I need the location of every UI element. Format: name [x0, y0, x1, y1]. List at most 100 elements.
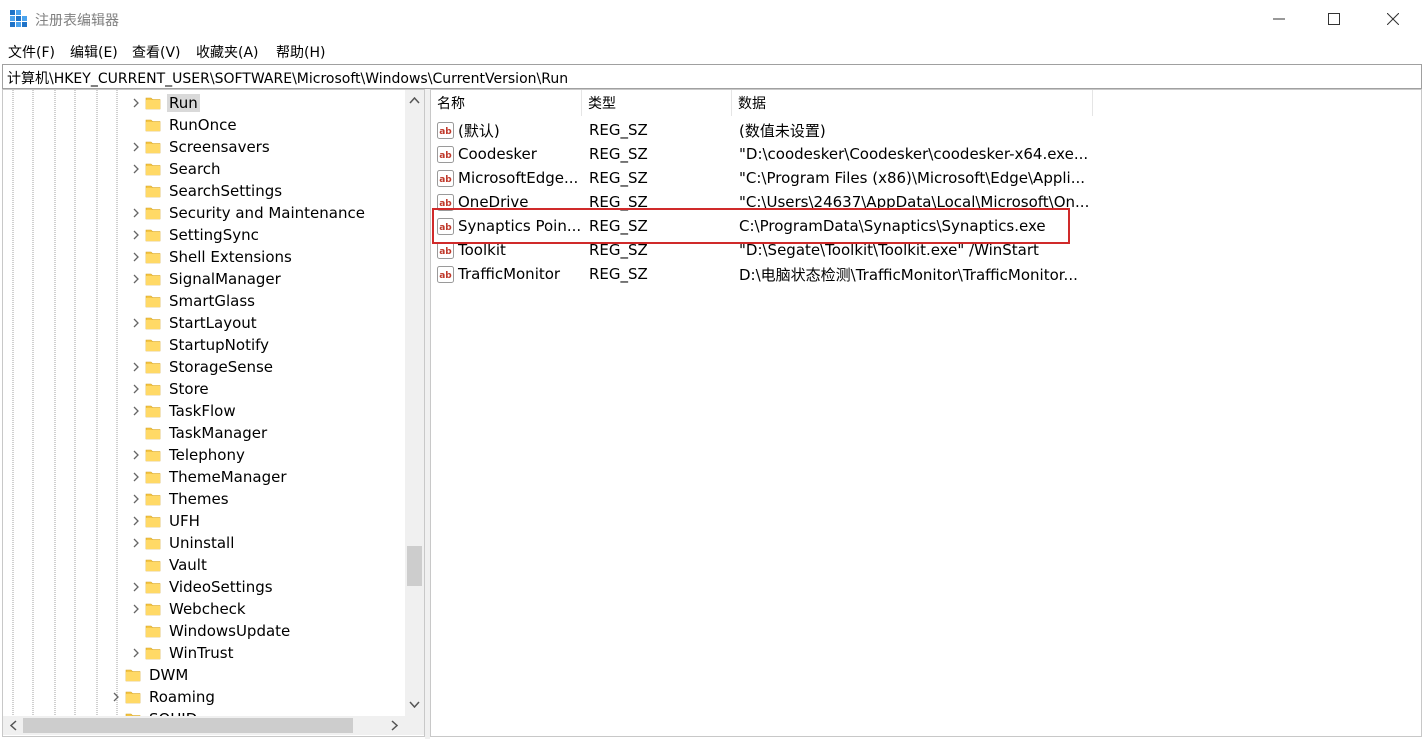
tree-item[interactable]: Run — [131, 92, 200, 114]
chevron-right-icon[interactable] — [131, 406, 141, 416]
chevron-right-icon[interactable] — [111, 692, 121, 702]
chevron-right-icon[interactable] — [131, 384, 141, 394]
folder-icon — [145, 603, 161, 616]
tree-item[interactable]: SignalManager — [131, 268, 283, 290]
value-row[interactable]: ab MicrosoftEdge... REG_SZ "C:\Program File… — [431, 166, 1421, 190]
tree-item[interactable]: Roaming — [111, 686, 217, 708]
value-row[interactable]: ab TrafficMonitor REG_SZ D:\电脑状态检测\TrafficM… — [431, 262, 1421, 286]
chevron-right-icon[interactable] — [131, 142, 141, 152]
minimize-button[interactable] — [1250, 0, 1308, 38]
tree-item[interactable]: TaskFlow — [131, 400, 238, 422]
tree-item[interactable]: TaskManager — [131, 422, 269, 444]
tree-item[interactable]: StorageSense — [131, 356, 275, 378]
chevron-right-icon[interactable] — [131, 604, 141, 614]
value-row[interactable]: ab Toolkit REG_SZ "D:\Segate\Toolkit\Toolki… — [431, 238, 1421, 262]
tree-item[interactable]: UFH — [131, 510, 202, 532]
tree-item[interactable]: WindowsUpdate — [131, 620, 292, 642]
no-expander — [131, 340, 141, 350]
tree-item-label: UFH — [169, 512, 200, 530]
tree-item[interactable]: Webcheck — [131, 598, 248, 620]
chevron-right-icon[interactable] — [131, 208, 141, 218]
tree-item[interactable]: Themes — [131, 488, 231, 510]
folder-icon — [145, 471, 161, 484]
menu-help[interactable]: 帮助(H) — [273, 42, 328, 62]
value-name-cell[interactable]: ab Toolkit — [437, 238, 582, 262]
tree-item[interactable]: DWM — [111, 664, 190, 686]
chevron-right-icon[interactable] — [131, 648, 141, 658]
scroll-left-button[interactable] — [5, 716, 22, 735]
tree-item[interactable]: Shell Extensions — [131, 246, 294, 268]
chevron-right-icon[interactable] — [131, 274, 141, 284]
tree-item[interactable]: Telephony — [131, 444, 247, 466]
chevron-right-icon[interactable] — [131, 450, 141, 460]
tree-item[interactable]: Vault — [131, 554, 209, 576]
key-tree-pane[interactable]: Run RunOnce Screensavers Search SearchSettin… — [2, 89, 425, 737]
tree-vertical-scrollbar[interactable] — [405, 90, 424, 716]
value-row[interactable]: ab OneDrive REG_SZ "C:\Users\24637\AppData\… — [431, 190, 1421, 214]
value-name-cell[interactable]: ab Coodesker — [437, 142, 582, 166]
chevron-right-icon[interactable] — [131, 164, 141, 174]
tree-item[interactable]: SearchSettings — [131, 180, 284, 202]
scroll-down-button[interactable] — [405, 696, 424, 713]
menu-edit[interactable]: 编辑(E) — [67, 42, 121, 62]
scroll-up-button[interactable] — [405, 92, 424, 109]
value-row[interactable]: ab (默认) REG_SZ (数值未设置) — [431, 118, 1421, 142]
value-name: TrafficMonitor — [458, 265, 561, 283]
chevron-right-icon[interactable] — [131, 472, 141, 482]
tree-item-label: StartupNotify — [169, 336, 270, 354]
vertical-scroll-thumb[interactable] — [407, 546, 422, 586]
menu-view[interactable]: 查看(V) — [129, 42, 184, 62]
chevron-right-icon[interactable] — [131, 318, 141, 328]
tree-horizontal-scrollbar[interactable] — [3, 716, 405, 735]
chevron-right-icon[interactable] — [131, 516, 141, 526]
tree-item[interactable]: Uninstall — [131, 532, 236, 554]
value-type: REG_SZ — [589, 145, 648, 163]
tree-item[interactable]: ThemeManager — [131, 466, 289, 488]
string-value-icon: ab — [437, 193, 454, 211]
tree-item[interactable]: RunOnce — [131, 114, 239, 136]
value-name-cell[interactable]: ab TrafficMonitor — [437, 262, 582, 286]
chevron-right-icon[interactable] — [131, 252, 141, 262]
folder-icon — [145, 559, 161, 572]
horizontal-scroll-thumb[interactable] — [23, 718, 353, 733]
tree-item-label: StorageSense — [169, 358, 273, 376]
value-row[interactable]: ab Synaptics Poin... REG_SZ C:\ProgramData\… — [431, 214, 1421, 238]
tree-item[interactable]: StartLayout — [131, 312, 259, 334]
column-header-name[interactable]: 名称 — [431, 90, 582, 116]
value-name-cell[interactable]: ab (默认) — [437, 118, 582, 142]
chevron-right-icon[interactable] — [131, 362, 141, 372]
maximize-button[interactable] — [1305, 0, 1363, 38]
menu-favorites[interactable]: 收藏夹(A) — [193, 42, 262, 62]
value-type-cell: REG_SZ — [589, 262, 729, 286]
svg-text:ab: ab — [439, 223, 452, 233]
tree-item[interactable]: SettingSync — [131, 224, 261, 246]
chevron-right-icon[interactable] — [131, 582, 141, 592]
tree-item[interactable]: StartupNotify — [131, 334, 271, 356]
scroll-right-button[interactable] — [386, 716, 403, 735]
value-name-cell[interactable]: ab OneDrive — [437, 190, 582, 214]
address-bar[interactable]: 计算机\HKEY_CURRENT_USER\SOFTWARE\Microsoft… — [2, 64, 1422, 89]
value-row[interactable]: ab Coodesker REG_SZ "D:\coodesker\Coodesker… — [431, 142, 1421, 166]
values-list-pane[interactable]: 名称 类型 数据 ab (默认) REG_SZ (数值未设置) ab Coodesker R… — [430, 89, 1422, 737]
tree-item[interactable]: Search — [131, 158, 223, 180]
tree-item[interactable]: SmartGlass — [131, 290, 257, 312]
tree-item[interactable]: VideoSettings — [131, 576, 275, 598]
menu-file[interactable]: 文件(F) — [5, 42, 58, 62]
tree-item[interactable]: Store — [131, 378, 211, 400]
close-button[interactable] — [1364, 0, 1422, 38]
tree-item[interactable]: WinTrust — [131, 642, 236, 664]
value-name-cell[interactable]: ab Synaptics Poin... — [437, 214, 582, 238]
tree-item[interactable]: Screensavers — [131, 136, 272, 158]
chevron-right-icon[interactable] — [131, 494, 141, 504]
value-name-cell[interactable]: ab MicrosoftEdge... — [437, 166, 582, 190]
column-header-type[interactable]: 类型 — [582, 90, 732, 116]
value-data-cell: "C:\Program Files (x86)\Microsoft\Edge\A… — [739, 166, 1089, 190]
tree-item[interactable]: Security and Maintenance — [131, 202, 367, 224]
folder-icon — [145, 405, 161, 418]
address-path[interactable]: 计算机\HKEY_CURRENT_USER\SOFTWARE\Microsoft… — [7, 68, 568, 88]
column-header-data[interactable]: 数据 — [732, 90, 1093, 116]
chevron-right-icon[interactable] — [131, 98, 141, 108]
folder-icon — [145, 537, 161, 550]
chevron-right-icon[interactable] — [131, 230, 141, 240]
chevron-right-icon[interactable] — [131, 538, 141, 548]
